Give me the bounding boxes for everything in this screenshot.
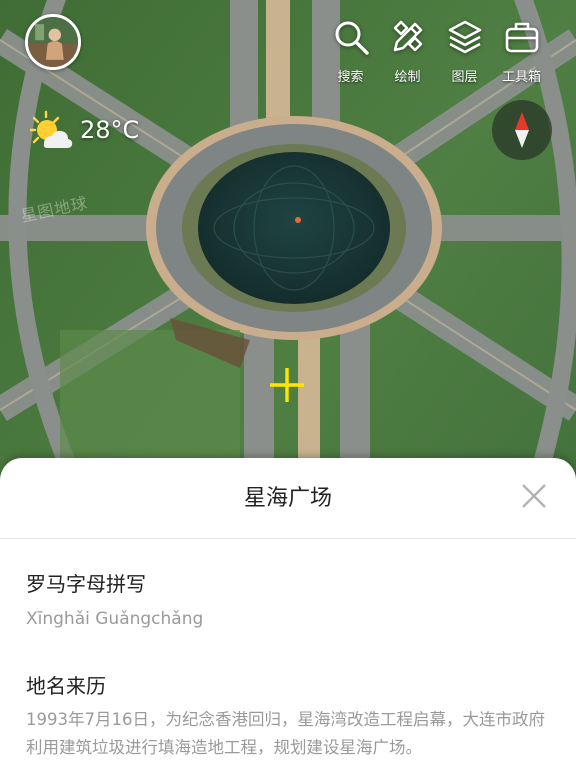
- romanization-heading: 罗马字母拼写: [26, 572, 146, 596]
- weather-widget[interactable]: 28°C: [30, 110, 139, 150]
- place-title: 星海广场: [243, 486, 332, 511]
- crosshair-icon: [270, 368, 304, 402]
- place-detail-sheet[interactable]: 星海广场 罗马字母拼写 Xīnghǎi Guǎngchǎng 地名来历 1993…: [0, 458, 576, 768]
- map-toolbar: 搜索 绘制 图层 工具箱: [322, 18, 550, 85]
- compass-icon: [515, 112, 529, 148]
- romanization-value: Xīnghǎi Guǎngchǎng: [26, 609, 204, 629]
- draw-icon: [393, 20, 422, 52]
- sheet-divider: [0, 538, 576, 539]
- search-button[interactable]: 搜索: [322, 18, 379, 85]
- origin-heading: 地名来历: [26, 674, 106, 698]
- close-icon[interactable]: [520, 482, 548, 510]
- toolbox-icon: [505, 22, 538, 53]
- user-avatar[interactable]: [25, 14, 81, 70]
- avatar-image: [28, 17, 78, 67]
- layers-icon: [448, 20, 481, 54]
- draw-button[interactable]: 绘制: [379, 18, 436, 85]
- search-icon: [335, 21, 369, 55]
- origin-text: 1993年7月16日，为纪念香港回归，星海湾改造工程启幕，大连市政府利用建筑垃圾…: [26, 710, 545, 757]
- toolbox-button[interactable]: 工具箱: [493, 18, 550, 85]
- partly-sunny-icon: [30, 110, 73, 148]
- search-label: 搜索: [337, 70, 364, 85]
- compass-button[interactable]: [492, 100, 552, 160]
- toolbox-label: 工具箱: [501, 70, 541, 85]
- draw-label: 绘制: [394, 70, 421, 85]
- layers-label: 图层: [451, 70, 478, 85]
- temperature-label: 28°C: [80, 116, 140, 144]
- layers-button[interactable]: 图层: [436, 18, 493, 85]
